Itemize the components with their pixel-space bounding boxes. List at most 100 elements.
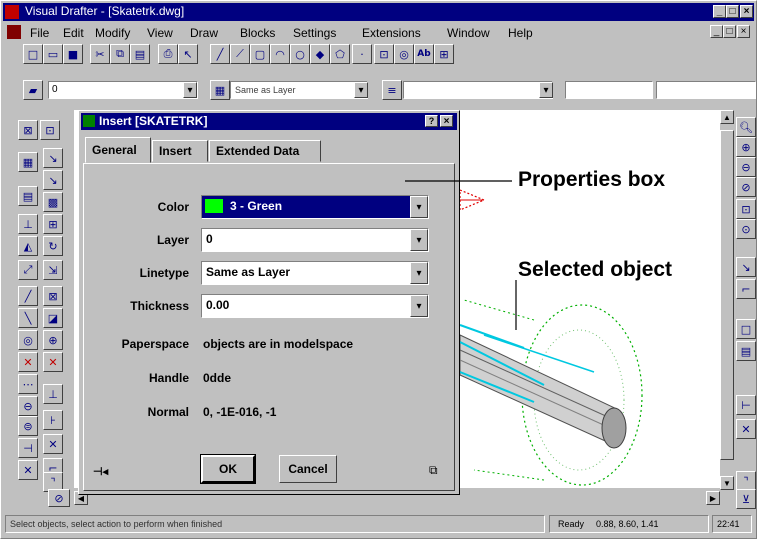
view-bottom-icon[interactable]: ⌝ (736, 471, 756, 491)
color-icon[interactable]: ▦ (210, 80, 230, 100)
scroll-up-arrow-icon[interactable]: ▲ (720, 110, 734, 124)
line-icon[interactable]: ╱ (210, 44, 230, 64)
rectangle-icon[interactable]: ▢ (250, 44, 270, 64)
help-pointer-icon[interactable]: ↖ (178, 44, 198, 64)
tool-grid-icon[interactable]: ▦ (18, 152, 38, 172)
maximize-button[interactable]: □ (726, 5, 739, 18)
dialog-help-button[interactable]: ? (425, 115, 438, 127)
color-select[interactable]: 3 - Green ▾ (201, 195, 429, 219)
thickness-select[interactable]: 0.00 ▾ (201, 294, 429, 318)
open-file-icon[interactable]: ▭ (43, 44, 63, 64)
menu-view[interactable]: View (147, 26, 173, 40)
arc-icon[interactable]: ◠ (270, 44, 290, 64)
linetype-combo-dropdown[interactable]: ▾ (354, 82, 368, 98)
tool-extend-icon[interactable]: ⊠ (43, 286, 63, 306)
print-icon[interactable]: ⎙ (158, 44, 178, 64)
command-input[interactable] (656, 81, 756, 99)
tool-fillet-icon[interactable]: ◎ (18, 330, 38, 350)
tool-erase-icon[interactable]: ✕ (18, 352, 38, 372)
tool-explode-icon[interactable]: ⊕ (43, 330, 63, 350)
doc-close-button[interactable]: × (737, 25, 750, 38)
pin-icon[interactable]: ⊣◂ (93, 465, 108, 478)
layer-field[interactable]: 0 (48, 81, 198, 99)
tool-stretch-icon[interactable]: ⇲ (43, 260, 63, 280)
menu-draw[interactable]: Draw (190, 26, 218, 40)
tool-undo-icon[interactable]: ✕ (18, 460, 38, 480)
tool-cross-icon[interactable]: ✕ (43, 434, 63, 454)
tool-scale-icon[interactable]: ⤢ (18, 260, 38, 280)
linetype-select[interactable]: Same as Layer ▾ (201, 261, 429, 285)
scroll-thumb[interactable] (720, 130, 734, 460)
donut-icon[interactable]: ◎ (394, 44, 414, 64)
tool-delete-icon[interactable]: ✕ (43, 352, 63, 372)
layer-select[interactable]: 0 ▾ (201, 228, 429, 252)
thickness-combo-dropdown[interactable]: ▾ (539, 82, 553, 98)
scroll-right-arrow-icon[interactable]: ▶ (706, 491, 720, 505)
thickness-icon[interactable]: ≡ (382, 80, 402, 100)
save-icon[interactable]: ■ (63, 44, 83, 64)
polygon-icon[interactable]: ⬠ (330, 44, 350, 64)
copy-icon[interactable]: ⧉ (110, 44, 130, 64)
tool-divide-icon[interactable]: ⊜ (18, 416, 38, 436)
doc-minimize-button[interactable]: _ (710, 25, 723, 38)
tool-chamfer-icon[interactable]: ◪ (43, 308, 63, 328)
zoom-all-icon[interactable]: ⊡ (736, 199, 756, 219)
vertical-scrollbar[interactable]: ▲ ▼ (720, 110, 734, 490)
scroll-down-arrow-icon[interactable]: ▼ (720, 476, 734, 490)
view-ortho-icon[interactable]: ⊢ (736, 395, 756, 415)
layer-dropdown-icon[interactable]: ▾ (410, 229, 428, 251)
linetype-dropdown-icon[interactable]: ▾ (410, 262, 428, 284)
tool-measure-icon[interactable]: ⊥ (43, 384, 63, 404)
linetype-combo[interactable]: Same as Layer (230, 81, 368, 99)
tool-layer-icon[interactable]: ▤ (18, 186, 38, 206)
tool-hatch-icon[interactable]: ▩ (43, 192, 63, 212)
tool-zoom-window-icon[interactable]: ⊡ (40, 120, 60, 140)
menu-modify[interactable]: Modify (95, 26, 130, 40)
layer-field-dropdown[interactable]: ▾ (183, 82, 197, 98)
paste-icon[interactable]: ▤ (130, 44, 150, 64)
tool-move-icon[interactable]: ↘ (43, 148, 63, 168)
dialog-close-button[interactable]: × (440, 115, 453, 127)
tab-extended-data[interactable]: Extended Data (209, 140, 321, 162)
circle-icon[interactable]: ○ (290, 44, 310, 64)
cut-icon[interactable]: ✂ (90, 44, 110, 64)
ok-button[interactable]: OK (200, 454, 256, 484)
tab-insert[interactable]: Insert (152, 140, 208, 162)
zoom-window-icon[interactable]: ⊕ (736, 137, 756, 157)
thickness-dropdown-icon[interactable]: ▾ (410, 295, 428, 317)
menu-file[interactable]: File (30, 26, 49, 40)
text-icon[interactable]: Ab (414, 44, 434, 64)
view-corner-icon[interactable]: ⌐ (736, 279, 756, 299)
menu-help[interactable]: Help (508, 26, 533, 40)
new-file-icon[interactable]: □ (23, 44, 43, 64)
command-field[interactable] (565, 81, 653, 99)
tool-copy-icon[interactable]: ↘ (43, 170, 63, 190)
tab-general[interactable]: General (85, 137, 151, 163)
tool-offset-icon[interactable]: ⊖ (18, 396, 38, 416)
tool-lengthen-icon[interactable]: ⊦ (43, 410, 63, 430)
menu-blocks[interactable]: Blocks (240, 26, 275, 40)
tool-break-icon[interactable]: ╲ (18, 308, 38, 328)
polyline-icon[interactable]: ⟋ (230, 44, 250, 64)
menu-settings[interactable]: Settings (293, 26, 336, 40)
tool-select-icon[interactable]: ⊠ (18, 120, 38, 140)
menu-window[interactable]: Window (447, 26, 490, 40)
zoom-in-icon[interactable]: 🔍︎ (736, 117, 756, 137)
doc-restore-button[interactable]: □ (723, 25, 736, 38)
view-rotate-icon[interactable]: ↘ (736, 257, 756, 277)
dialog-apply-icon[interactable]: ⧉ (429, 463, 438, 478)
tool-align-icon[interactable]: ⊥ (18, 214, 38, 234)
thickness-combo[interactable] (403, 81, 553, 99)
minimize-button[interactable]: _ (713, 5, 726, 18)
tool-dots-icon[interactable]: ⋯ (18, 374, 38, 394)
fill-icon[interactable]: ◆ (310, 44, 330, 64)
zoom-extents-icon[interactable]: ⊙ (736, 219, 756, 239)
layout-icon[interactable]: ⊘ (48, 489, 70, 507)
point-icon[interactable]: · (352, 44, 372, 64)
view-window-icon[interactable]: □ (736, 319, 756, 339)
tool-array-icon[interactable]: ⊞ (43, 214, 63, 234)
pan-icon[interactable]: ⊘ (736, 177, 756, 197)
view-list-icon[interactable]: ▤ (736, 341, 756, 361)
view-close-icon[interactable]: ✕ (736, 419, 756, 439)
tool-mirror-icon[interactable]: ◭ (18, 236, 38, 256)
